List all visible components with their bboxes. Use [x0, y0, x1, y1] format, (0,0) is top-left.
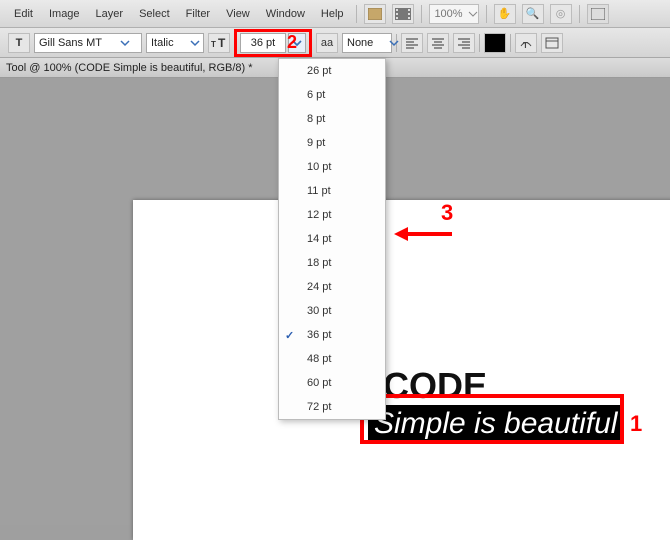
- font-size-icon: TT: [208, 33, 230, 53]
- svg-text:T: T: [523, 41, 528, 49]
- dd-item-24[interactable]: 24 pt: [279, 275, 385, 299]
- anti-alias-select[interactable]: None: [342, 33, 392, 53]
- dd-item-10[interactable]: 10 pt: [279, 155, 385, 179]
- font-size-control: 36 pt 2: [234, 29, 312, 57]
- rotate-tool-icon[interactable]: ◎: [550, 4, 572, 24]
- zoom-level[interactable]: 100%: [429, 4, 479, 24]
- film-icon[interactable]: [392, 4, 414, 24]
- font-size-dropdown[interactable]: 26 pt 6 pt 8 pt 9 pt 10 pt 11 pt 12 pt 1…: [278, 58, 386, 420]
- annotation-box-1: [360, 394, 624, 444]
- dd-item-6[interactable]: 6 pt: [279, 83, 385, 107]
- bridge-icon[interactable]: [364, 4, 386, 24]
- menu-view[interactable]: View: [218, 0, 258, 28]
- screen-mode-icon[interactable]: [587, 4, 609, 24]
- font-style-value: Italic: [151, 37, 190, 49]
- dd-item-18[interactable]: 18 pt: [279, 251, 385, 275]
- arrow-left-icon: [394, 224, 454, 247]
- hand-tool-icon[interactable]: ✋: [494, 4, 516, 24]
- dd-item-12[interactable]: 12 pt: [279, 203, 385, 227]
- anti-alias-value: None: [347, 37, 389, 49]
- annotation-1: 1: [630, 411, 642, 437]
- menu-select[interactable]: Select: [131, 0, 178, 28]
- dd-item-8[interactable]: 8 pt: [279, 107, 385, 131]
- menu-filter[interactable]: Filter: [178, 0, 218, 28]
- dd-item-26[interactable]: 26 pt: [279, 59, 385, 83]
- annotation-2: 2: [287, 32, 297, 53]
- dd-item-36[interactable]: ✓36 pt: [279, 323, 385, 347]
- chevron-down-icon: [190, 34, 200, 52]
- warp-text-button[interactable]: T: [515, 33, 537, 53]
- anti-alias-icon: aa: [316, 33, 338, 53]
- svg-text:T: T: [218, 36, 226, 50]
- align-left-button[interactable]: [401, 33, 423, 53]
- svg-text:T: T: [211, 40, 216, 49]
- menubar: Edit Image Layer Select Filter View Wind…: [0, 0, 670, 28]
- menu-edit[interactable]: Edit: [6, 0, 41, 28]
- font-size-value: 36 pt: [251, 37, 275, 49]
- menu-layer[interactable]: Layer: [88, 0, 132, 28]
- canvas[interactable]: CODE Simple is beautiful: [133, 200, 670, 540]
- zoom-tool-icon[interactable]: 🔍: [522, 4, 544, 24]
- menu-window[interactable]: Window: [258, 0, 313, 28]
- dd-item-72[interactable]: 72 pt: [279, 395, 385, 419]
- chevron-down-icon: [389, 34, 399, 52]
- dd-item-11[interactable]: 11 pt: [279, 179, 385, 203]
- check-icon: ✓: [285, 329, 294, 342]
- dd-item-48[interactable]: 48 pt: [279, 347, 385, 371]
- font-style-select[interactable]: Italic: [146, 33, 204, 53]
- align-right-button[interactable]: [453, 33, 475, 53]
- dd-item-14[interactable]: 14 pt: [279, 227, 385, 251]
- text-orientation-icon[interactable]: T: [8, 33, 30, 53]
- chevron-down-icon: [118, 34, 132, 52]
- align-center-button[interactable]: [427, 33, 449, 53]
- text-color-swatch[interactable]: [484, 33, 506, 53]
- zoom-text: 100%: [430, 8, 468, 20]
- dd-item-30[interactable]: 30 pt: [279, 299, 385, 323]
- dd-item-9[interactable]: 9 pt: [279, 131, 385, 155]
- font-family-select[interactable]: Gill Sans MT: [34, 33, 142, 53]
- menu-help[interactable]: Help: [313, 0, 352, 28]
- panel-icon[interactable]: [541, 33, 563, 53]
- text-options-bar: T Gill Sans MT Italic TT 36 pt 2 aa None…: [0, 28, 670, 58]
- dd-item-60[interactable]: 60 pt: [279, 371, 385, 395]
- document-tab-label: Tool @ 100% (CODE Simple is beautiful, R…: [6, 62, 253, 74]
- font-family-value: Gill Sans MT: [39, 37, 118, 49]
- font-size-field[interactable]: 36 pt: [240, 33, 286, 53]
- menu-image[interactable]: Image: [41, 0, 88, 28]
- annotation-3: 3: [441, 200, 453, 226]
